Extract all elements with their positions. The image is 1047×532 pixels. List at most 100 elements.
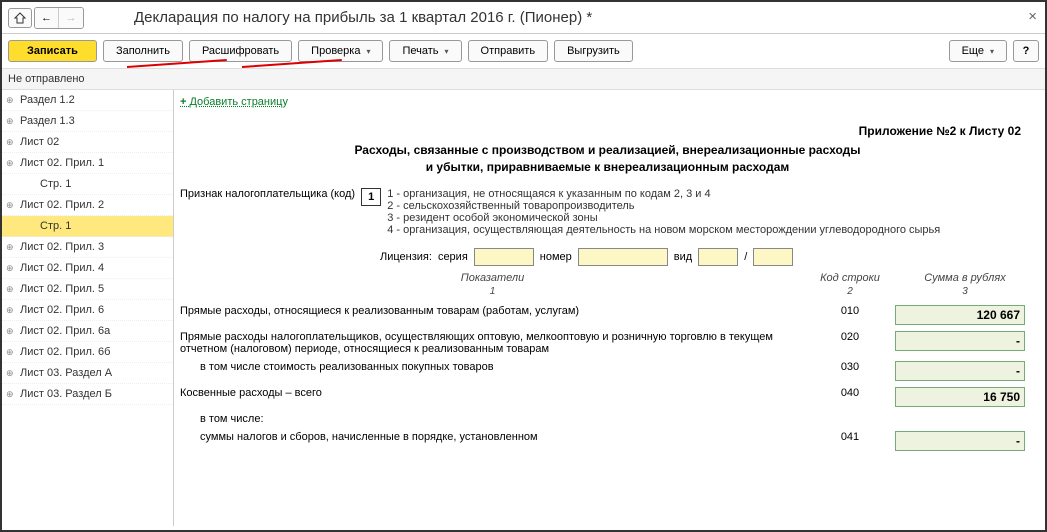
sidebar-item[interactable]: ⊕ Лист 02: [2, 132, 173, 153]
expand-icon[interactable]: ⊕: [6, 305, 14, 316]
sidebar-item[interactable]: ⊕ Лист 02. Прил. 2: [2, 195, 173, 216]
sidebar-item[interactable]: ⊕Лист 03. Раздел Б: [2, 384, 173, 405]
license-sep: /: [744, 251, 747, 263]
code-note: 1 - организация, не относящаяся к указан…: [387, 188, 1035, 200]
sidebar-item-label: Лист 02. Прил. 2: [20, 199, 104, 211]
titlebar: ← → Декларация по налогу на прибыль за 1…: [2, 2, 1045, 34]
sidebar-item-label: Раздел 1.3: [20, 115, 75, 127]
content-area[interactable]: Добавить страницу Приложение №2 к Листу …: [174, 90, 1045, 526]
code-notes: 1 - организация, не относящаяся к указан…: [387, 188, 1035, 236]
document-title: Расходы, связанные с производством и реа…: [220, 142, 995, 176]
expand-icon[interactable]: ⊕: [6, 137, 14, 148]
decrypt-button[interactable]: Расшифровать: [189, 40, 292, 62]
expand-icon[interactable]: ⊕: [6, 200, 14, 211]
license-type-input-1[interactable]: [698, 248, 738, 266]
print-button[interactable]: Печать ▾: [389, 40, 461, 62]
back-button[interactable]: ←: [35, 8, 59, 28]
close-button[interactable]: ×: [1028, 8, 1037, 25]
sidebar-item-label: Лист 02. Прил. 6: [20, 304, 104, 316]
expand-icon[interactable]: ⊕: [6, 242, 14, 253]
expand-icon[interactable]: ⊕: [6, 263, 14, 274]
data-row: в том числе стоимость реализованных поку…: [180, 361, 1035, 381]
sidebar-item[interactable]: ⊕Лист 03. Раздел А: [2, 363, 173, 384]
amount-input[interactable]: [895, 387, 1025, 407]
expand-icon[interactable]: ⊕: [6, 368, 14, 379]
expand-icon[interactable]: ⊕: [6, 95, 14, 106]
row-label: Прямые расходы налогоплательщиков, осуще…: [180, 331, 805, 355]
sidebar-item[interactable]: ⊕ Лист 02. Прил. 6б: [2, 342, 173, 363]
row-value-cell: [895, 305, 1035, 325]
more-button[interactable]: Еще ▾: [949, 40, 1007, 62]
code-note: 2 - сельскохозяйственный товаропроизводи…: [387, 200, 1035, 212]
row-code: 040: [805, 387, 895, 399]
license-series-label: серия: [438, 251, 468, 263]
row-label: суммы налогов и сборов, начисленные в по…: [180, 431, 805, 443]
home-button[interactable]: [8, 8, 32, 28]
expand-icon[interactable]: ⊕: [6, 389, 14, 400]
fill-button[interactable]: Заполнить: [103, 40, 183, 62]
row-label: Прямые расходы, относящиеся к реализован…: [180, 305, 805, 317]
home-icon: [14, 12, 26, 24]
export-button[interactable]: Выгрузить: [554, 40, 633, 62]
license-label: Лицензия:: [380, 251, 432, 263]
expand-icon[interactable]: ⊕: [6, 284, 14, 295]
chevron-down-icon: ▾: [990, 47, 994, 56]
main-area: ⊕Раздел 1.2⊕Раздел 1.3⊕Лист 02⊕Лист 02. …: [2, 90, 1045, 526]
print-label: Печать: [402, 45, 438, 57]
amount-input[interactable]: [895, 361, 1025, 381]
sidebar-item-label: Лист 02. Прил. 6а: [20, 325, 110, 337]
sidebar-item[interactable]: ⊕ Лист 02. Прил. 3: [2, 237, 173, 258]
more-label: Еще: [962, 45, 984, 57]
row-value-cell: [895, 361, 1035, 381]
sidebar-item[interactable]: ⊕Раздел 1.2: [2, 90, 173, 111]
code-note: 3 - резидент особой экономической зоны: [387, 212, 1035, 224]
close-icon: ×: [1028, 8, 1037, 25]
forward-button[interactable]: →: [59, 8, 83, 28]
row-label: Косвенные расходы – всего: [180, 387, 805, 399]
data-row: суммы налогов и сборов, начисленные в по…: [180, 431, 1035, 451]
sidebar-item[interactable]: ⊕ Раздел 1.3: [2, 111, 173, 132]
sidebar-item[interactable]: ⊕ Лист 02. Прил. 5: [2, 279, 173, 300]
save-button[interactable]: Записать: [8, 40, 97, 62]
data-row: Прямые расходы, относящиеся к реализован…: [180, 305, 1035, 325]
license-type-input-2[interactable]: [753, 248, 793, 266]
sidebar-item[interactable]: ⊕ Лист 02. Прил. 6а: [2, 321, 173, 342]
chevron-down-icon: ▾: [366, 47, 370, 56]
sidebar[interactable]: ⊕Раздел 1.2⊕Раздел 1.3⊕Лист 02⊕Лист 02. …: [2, 90, 174, 526]
sidebar-item-label: Лист 02: [20, 136, 59, 148]
add-page-link[interactable]: Добавить страницу: [180, 96, 288, 108]
sidebar-item[interactable]: ⊕ Лист 02. Прил. 6: [2, 300, 173, 321]
row-code: 030: [805, 361, 895, 373]
window-title: Декларация по налогу на прибыль за 1 ква…: [134, 9, 592, 26]
sidebar-item[interactable]: Стр. 1: [2, 174, 173, 195]
sidebar-item-label: Лист 02. Прил. 5: [20, 283, 104, 295]
amount-input[interactable]: [895, 431, 1025, 451]
help-button[interactable]: ?: [1013, 40, 1039, 62]
data-row: Прямые расходы налогоплательщиков, осуще…: [180, 331, 1035, 355]
data-rows: Прямые расходы, относящиеся к реализован…: [180, 305, 1035, 451]
taxpayer-sign-label: Признак налогоплательщика (код): [180, 188, 355, 200]
code-note: 4 - организация, осуществляющая деятельн…: [387, 224, 1035, 236]
data-row: в том числе:: [180, 413, 1035, 425]
amount-input[interactable]: [895, 305, 1025, 325]
expand-icon[interactable]: ⊕: [6, 347, 14, 358]
expand-icon[interactable]: ⊕: [6, 326, 14, 337]
sidebar-item-label: Лист 02. Прил. 6б: [20, 346, 110, 358]
row-value-cell: [895, 387, 1035, 407]
sidebar-item-label: Лист 02. Прил. 3: [20, 241, 104, 253]
license-row: Лицензия: серия номер вид /: [380, 248, 1035, 266]
sidebar-item[interactable]: ⊕Лист 02. Прил. 4: [2, 258, 173, 279]
row-code: 020: [805, 331, 895, 343]
license-series-input[interactable]: [474, 248, 534, 266]
arrow-right-icon: →: [66, 12, 77, 24]
sidebar-item[interactable]: ⊕Лист 02. Прил. 1: [2, 153, 173, 174]
send-button[interactable]: Отправить: [468, 40, 549, 62]
license-type-label: вид: [674, 251, 692, 263]
license-number-input[interactable]: [578, 248, 668, 266]
sidebar-item[interactable]: Стр. 1: [2, 216, 173, 237]
expand-icon[interactable]: ⊕: [6, 158, 14, 169]
amount-input[interactable]: [895, 331, 1025, 351]
taxpayer-code-box[interactable]: 1: [361, 188, 381, 206]
expand-icon[interactable]: ⊕: [6, 116, 14, 127]
row-value-cell: [895, 431, 1035, 451]
